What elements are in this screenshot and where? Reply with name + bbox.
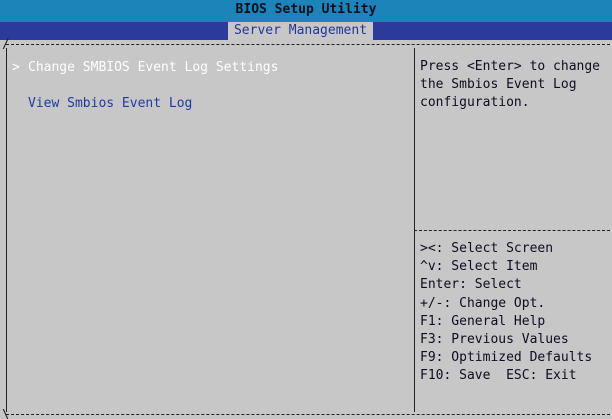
frame-left-border (6, 48, 7, 412)
key-hint-save-exit: F10: Save ESC: Exit (420, 368, 577, 384)
menu-item-change-smbios-event-log-settings[interactable]: Change SMBIOS Event Log Settings (28, 60, 278, 75)
bios-title: BIOS Setup Utility (235, 2, 377, 17)
help-line: configuration. (420, 95, 530, 110)
title-bar: BIOS Setup Utility (0, 0, 612, 22)
tab-server-management[interactable]: Server Management (228, 22, 373, 40)
selection-marker: > (12, 60, 20, 75)
key-hint-select-screen: ><: Select Screen (420, 241, 554, 256)
key-hint-optimized-defaults: F9: Optimized Defaults (420, 350, 593, 366)
frame-top-border (6, 44, 610, 45)
key-hint-general-help: F1: General Help (420, 313, 546, 329)
frame-corner-bottom-left: \ (2, 408, 10, 419)
frame-middle-border (414, 48, 415, 412)
key-legend: ><: Select Screen ^v: Select Item Enter:… (420, 240, 592, 386)
help-panel: Press <Enter> to change the Smbios Event… (420, 58, 610, 112)
frame-bottom-border (6, 414, 610, 415)
help-line: the Smbios Event Log (420, 77, 577, 92)
menu-bar: Server Management (0, 22, 612, 40)
help-divider (414, 230, 610, 231)
key-hint-change-option: +/-: Change Opt. (420, 295, 546, 311)
key-hint-select-item: ^v: Select Item (420, 259, 538, 275)
bios-screen: BIOS Setup Utility Server Management / \… (0, 0, 612, 419)
key-hint-enter: Enter: Select (420, 277, 522, 293)
frame-corner-top-left: / (2, 37, 10, 52)
menu-item-view-smbios-event-log[interactable]: View Smbios Event Log (28, 96, 192, 111)
key-hint-previous-values: F3: Previous Values (420, 332, 569, 348)
help-line: Press <Enter> to change (420, 59, 601, 74)
